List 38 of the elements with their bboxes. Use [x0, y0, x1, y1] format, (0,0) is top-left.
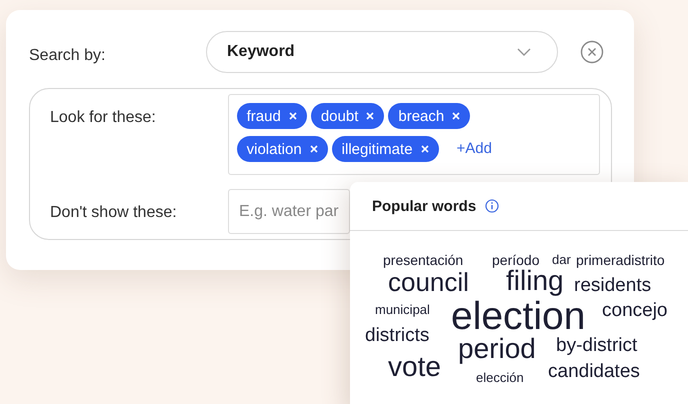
info-icon[interactable] — [485, 199, 500, 213]
search-type-dropdown[interactable]: Keyword — [206, 31, 558, 73]
keyword-tag[interactable]: illegitimate — [332, 136, 439, 162]
keyword-tag[interactable]: fraud — [236, 103, 307, 129]
add-link[interactable]: +Add — [456, 136, 492, 162]
cloud-word[interactable]: election — [451, 297, 586, 336]
remove-icon[interactable] — [452, 112, 460, 120]
cloud-word[interactable]: presentación — [383, 253, 464, 267]
cloud-word[interactable]: by-district — [556, 336, 638, 355]
remove-icon[interactable] — [366, 112, 374, 120]
cloud-word[interactable]: residents — [574, 276, 652, 295]
cloud-word[interactable]: período — [492, 253, 540, 267]
include-field[interactable]: fraud doubt breach violation illegitimate +Add — [228, 94, 600, 175]
keyword-tag[interactable]: breach — [388, 103, 470, 129]
cloud-word[interactable]: primeradistrito — [576, 253, 665, 267]
cloud-word[interactable]: elección — [476, 371, 524, 384]
cloud-word[interactable]: council — [388, 269, 469, 295]
keyword-tag[interactable]: violation — [236, 136, 328, 162]
cloud-word[interactable]: vote — [388, 353, 441, 381]
cloud-word[interactable]: dar — [552, 253, 571, 266]
cloud-word[interactable]: concejo — [602, 301, 668, 320]
cloud-word[interactable]: filing — [506, 267, 564, 295]
exclude-field[interactable]: E.g. water par — [228, 189, 350, 234]
remove-icon[interactable] — [288, 112, 297, 120]
remove-icon[interactable] — [310, 145, 318, 153]
clear-icon[interactable] — [580, 40, 604, 64]
dropdown-value: Keyword — [227, 43, 295, 61]
cloud-word[interactable]: districts — [365, 326, 430, 345]
exclude-label: Don't show these: — [50, 203, 178, 222]
keyword-tag[interactable]: doubt — [310, 103, 384, 129]
cloud-word[interactable]: municipal — [375, 303, 430, 316]
panel-title: Popular words — [372, 198, 476, 214]
include-label: Look for these: — [50, 108, 157, 127]
chevron-down-icon — [517, 48, 531, 56]
search-by-label: Search by: — [29, 46, 106, 65]
cloud-word[interactable]: period — [458, 335, 536, 363]
cloud-word[interactable]: candidates — [548, 362, 640, 381]
remove-icon[interactable] — [420, 145, 429, 153]
